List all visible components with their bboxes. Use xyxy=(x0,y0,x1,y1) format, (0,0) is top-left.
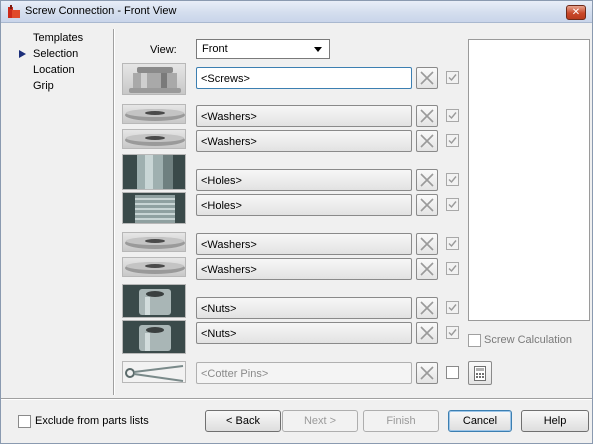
remove-icon xyxy=(420,71,434,85)
include-cotter-pins-checkbox[interactable] xyxy=(446,366,459,379)
remove-icon xyxy=(420,326,434,340)
part-field-holes[interactable]: <Holes> xyxy=(196,169,412,191)
remove-icon xyxy=(420,301,434,315)
nav-item-label: Templates xyxy=(33,32,84,44)
washer-image[interactable] xyxy=(122,257,186,277)
include-holes-checkbox[interactable] xyxy=(446,173,459,186)
part-field-screws[interactable]: <Screws> xyxy=(196,67,412,89)
screw-calculation-checkbox[interactable] xyxy=(468,334,481,347)
exclude-from-parts-lists-checkbox[interactable] xyxy=(18,415,31,428)
remove-washers-button[interactable] xyxy=(416,130,438,152)
part-field-holes[interactable]: <Holes> xyxy=(196,194,412,216)
part-field-washers[interactable]: <Washers> xyxy=(196,130,412,152)
include-holes-checkbox[interactable] xyxy=(446,198,459,211)
nav-item-label: Selection xyxy=(33,48,79,60)
part-field-nuts[interactable]: <Nuts> xyxy=(196,297,412,319)
remove-icon xyxy=(420,173,434,187)
include-washers-checkbox[interactable] xyxy=(446,237,459,250)
nav-item-label: Location xyxy=(33,64,75,76)
remove-icon xyxy=(420,109,434,123)
finish-button[interactable]: Finish xyxy=(363,410,439,432)
screw-connection-app-icon xyxy=(6,4,22,20)
remove-washers-button[interactable] xyxy=(416,258,438,280)
view-dropdown-value: Front xyxy=(202,43,228,55)
remove-holes-button[interactable] xyxy=(416,194,438,216)
part-field-washers[interactable]: <Washers> xyxy=(196,105,412,127)
threaded-hole-image[interactable] xyxy=(122,192,186,224)
remove-screws-button[interactable] xyxy=(416,67,438,89)
include-nuts-checkbox[interactable] xyxy=(446,326,459,339)
nav-item-location[interactable]: Location xyxy=(15,62,115,78)
cancel-button[interactable]: Cancel xyxy=(448,410,512,432)
dropdown-arrow-icon xyxy=(314,47,322,52)
next-button[interactable]: Next > xyxy=(282,410,358,432)
preview-pane xyxy=(468,39,590,321)
part-field-nuts[interactable]: <Nuts> xyxy=(196,322,412,344)
washer-image[interactable] xyxy=(122,129,186,149)
cotter-pin-image[interactable] xyxy=(122,361,186,383)
exclude-from-parts-lists-label: Exclude from parts lists xyxy=(35,415,149,427)
window-title: Screw Connection - Front View xyxy=(25,5,177,17)
remove-holes-button[interactable] xyxy=(416,169,438,191)
hole-image[interactable] xyxy=(122,154,186,190)
title-bar: Screw Connection - Front View ✕ xyxy=(1,1,592,23)
washer-image[interactable] xyxy=(122,232,186,252)
include-washers-checkbox[interactable] xyxy=(446,109,459,122)
nav-item-templates[interactable]: Templates xyxy=(15,30,115,46)
include-nuts-checkbox[interactable] xyxy=(446,301,459,314)
nav-item-selection[interactable]: Selection xyxy=(15,46,115,62)
remove-icon xyxy=(420,262,434,276)
footer-divider xyxy=(1,398,592,399)
remove-cotter-pins-button[interactable] xyxy=(416,362,438,384)
close-button[interactable]: ✕ xyxy=(566,5,586,20)
help-button[interactable]: Help xyxy=(521,410,589,432)
view-label: View: xyxy=(150,44,177,56)
remove-icon xyxy=(420,237,434,251)
screw-calculation-label: Screw Calculation xyxy=(484,334,573,346)
include-screws-checkbox[interactable] xyxy=(446,71,459,84)
remove-icon xyxy=(420,134,434,148)
nav-item-grip[interactable]: Grip xyxy=(15,78,115,94)
remove-nuts-button[interactable] xyxy=(416,297,438,319)
vertical-divider xyxy=(113,29,114,395)
include-washers-checkbox[interactable] xyxy=(446,262,459,275)
dialog-window: Screw Connection - Front View ✕ Template… xyxy=(0,0,593,444)
remove-nuts-button[interactable] xyxy=(416,322,438,344)
nav-item-label: Grip xyxy=(33,80,54,92)
calculator-button[interactable] xyxy=(468,361,492,385)
calculator-icon xyxy=(474,366,486,381)
remove-washers-button[interactable] xyxy=(416,105,438,127)
nut-image[interactable] xyxy=(122,284,186,318)
remove-icon xyxy=(420,198,434,212)
include-washers-checkbox[interactable] xyxy=(446,134,459,147)
washer-image[interactable] xyxy=(122,104,186,124)
back-button[interactable]: < Back xyxy=(205,410,281,432)
part-field-washers[interactable]: <Washers> xyxy=(196,233,412,255)
view-dropdown[interactable]: Front xyxy=(196,39,330,59)
part-field-washers[interactable]: <Washers> xyxy=(196,258,412,280)
step-navigation: Templates Selection Location Grip xyxy=(15,30,115,94)
remove-icon xyxy=(420,366,434,380)
nut-image[interactable] xyxy=(122,320,186,354)
screw-image[interactable] xyxy=(122,63,186,95)
current-step-arrow-icon xyxy=(19,50,26,58)
remove-washers-button[interactable] xyxy=(416,233,438,255)
part-field-cotter-pins[interactable]: <Cotter Pins> xyxy=(196,362,412,384)
